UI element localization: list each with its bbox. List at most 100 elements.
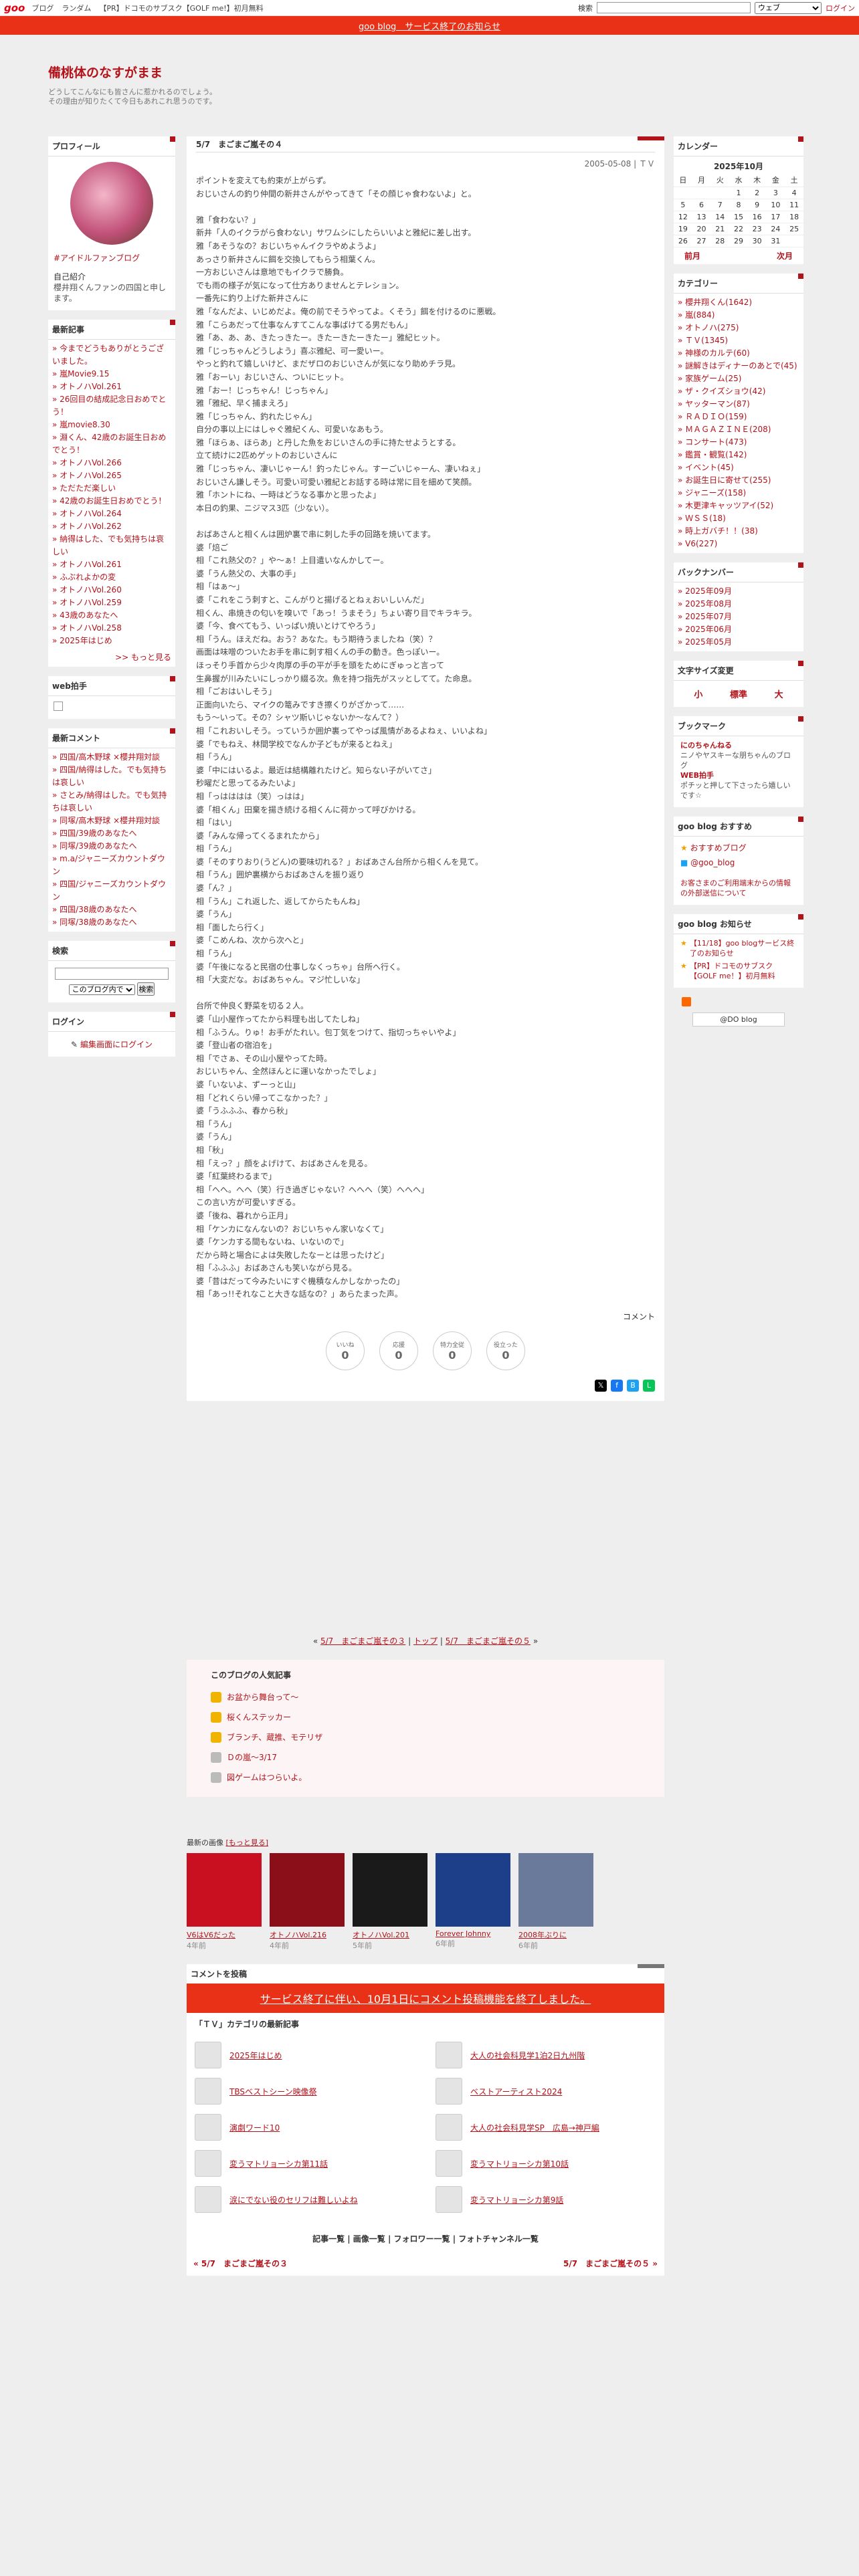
fontsize-normal[interactable]: 標準 <box>730 687 747 700</box>
category-link[interactable]: 櫻井翔くん(1642) <box>685 298 752 307</box>
thumbnail-image[interactable] <box>353 1853 427 1927</box>
recent-post-link[interactable]: オトノハVol.259 <box>60 598 122 607</box>
thumb-title[interactable]: Forever Johnny <box>436 1929 490 1938</box>
blog-search-button[interactable]: 検索 <box>137 982 155 996</box>
recommend-blog-link[interactable]: おすすめブログ <box>690 843 747 853</box>
recent-post-link[interactable]: オトノハVol.261 <box>60 382 122 391</box>
recent-comment-link[interactable]: 四国/38歳のあなたへ <box>60 905 136 914</box>
thumb-title[interactable]: V6はV6だった <box>187 1931 235 1939</box>
category-latest-link[interactable]: 大人の社会科見学1泊2日九州階 <box>470 2050 585 2061</box>
recent-comment-link[interactable]: m.a/ジャニーズカウントダウン <box>52 854 165 876</box>
category-link[interactable]: コンサート(473) <box>685 437 747 447</box>
hatena-share-icon[interactable]: B <box>627 1380 639 1392</box>
category-link[interactable]: お誕生日に寄せて(255) <box>685 475 771 485</box>
topbar-link-pr[interactable]: 【PR】ドコモのサブスク【GOLF me!】初月無料 <box>99 3 263 13</box>
category-link[interactable]: イベント(45) <box>685 463 734 472</box>
recent-more-link[interactable]: >> もっと見る <box>115 653 171 662</box>
thumbnail-image[interactable] <box>518 1853 593 1927</box>
category-link[interactable]: ＷＳＳ(18) <box>685 514 726 523</box>
bookmark-1-link[interactable]: にのちゃんねる <box>680 741 732 750</box>
popular-link[interactable]: 図ゲームはつらいよ。 <box>227 1767 306 1788</box>
external-info-link[interactable]: お客さまのご利用端末からの情報の外部送信について <box>680 879 791 897</box>
category-latest-link[interactable]: ベストアーティスト2024 <box>470 2086 562 2097</box>
recent-post-link[interactable]: 今までどうもありがとうございました。 <box>52 344 164 366</box>
calendar-next[interactable]: 次月 <box>777 250 793 261</box>
line-share-icon[interactable]: L <box>643 1380 655 1392</box>
recent-post-link[interactable]: 43歳のあなたへ <box>60 611 118 620</box>
recent-post-link[interactable]: 淵くん、42歳のお誕生日おめでとう！ <box>52 433 166 455</box>
goo-blog-badge[interactable]: @DO blog <box>692 1012 785 1027</box>
recent-post-link[interactable]: ふぶれよかの変 <box>60 572 116 582</box>
category-link[interactable]: ヤッターマン(87) <box>685 399 750 409</box>
fontsize-large[interactable]: 大 <box>775 687 783 700</box>
category-link[interactable]: V6(227) <box>685 539 717 548</box>
recent-comment-link[interactable]: 四国/納得はした。でも気持ちは哀しい <box>52 765 167 787</box>
category-link[interactable]: ジャニーズ(158) <box>685 488 746 498</box>
popular-link[interactable]: お盆から舞台って～ <box>227 1687 298 1707</box>
category-link[interactable]: ＴＶ(1345) <box>685 336 728 345</box>
category-link[interactable]: 時上ガバチ！！(38) <box>685 526 758 536</box>
goo-twitter-link[interactable]: @goo_blog <box>690 858 735 867</box>
recent-post-link[interactable]: 2025年はじめ <box>60 636 112 645</box>
pager-next[interactable]: 5/7 まごまご嵐その５ <box>446 1636 531 1646</box>
thumbnail-image[interactable] <box>436 1853 510 1927</box>
pager-top[interactable]: トップ <box>413 1636 438 1646</box>
recent-comment-link[interactable]: 同塚/39歳のあなたへ <box>60 841 136 851</box>
recent-post-link[interactable]: 42歳のお誕生日おめでとう！ <box>60 496 166 506</box>
recent-post-link[interactable]: ただただ楽しい <box>60 484 116 493</box>
image-thumb[interactable]: Forever Johnny 6年前 <box>436 1853 510 1951</box>
recent-post-link[interactable]: オトノハVol.265 <box>60 471 122 480</box>
category-latest-link[interactable]: 変うマトリョーシカ第10話 <box>470 2158 569 2169</box>
notice-link-1[interactable]: 【11/18】goo blogサービス終了のお知らせ <box>690 938 797 958</box>
category-latest-link[interactable]: 2025年はじめ <box>229 2050 282 2061</box>
recent-comment-link[interactable]: 同塚/38歳のあなたへ <box>60 918 136 927</box>
image-thumb[interactable]: 2008年ぶりに 6年前 <box>518 1853 593 1951</box>
image-thumb[interactable]: オトノハVol.201 5年前 <box>353 1853 427 1951</box>
bookmark-2-link[interactable]: WEB拍手 <box>680 771 714 780</box>
recent-post-link[interactable]: オトノハVol.261 <box>60 560 122 569</box>
blog-title[interactable]: 備桃体のなすがまま <box>48 63 811 81</box>
recent-post-link[interactable]: オトノハVol.262 <box>60 522 122 531</box>
image-thumb[interactable]: V6はV6だった 4年前 <box>187 1853 262 1951</box>
category-latest-link[interactable]: 涙にでない役のセリフは難しいよね <box>229 2194 358 2206</box>
category-latest-link[interactable]: 変うマトリョーシカ第9話 <box>470 2194 563 2206</box>
backnumber-link[interactable]: 2025年09月 <box>685 586 732 596</box>
backnumber-link[interactable]: 2025年08月 <box>685 599 732 609</box>
category-latest-link[interactable]: TBSベストシーン映像祭 <box>229 2086 317 2097</box>
backnumber-link[interactable]: 2025年06月 <box>685 625 732 634</box>
blog-search-scope[interactable]: このブログ内で <box>68 984 135 995</box>
topbar-link-blog[interactable]: ブログ <box>31 3 54 13</box>
recent-comment-link[interactable]: 同塚/高木野球 ×櫻井翔対談 <box>60 816 160 825</box>
recent-post-link[interactable]: 嵐Movie9.15 <box>60 369 109 379</box>
comment-link[interactable]: コメント <box>623 1312 655 1321</box>
reaction-button[interactable]: 特力全従 0 <box>433 1331 472 1371</box>
backnumber-link[interactable]: 2025年05月 <box>685 637 732 647</box>
topbar-link-random[interactable]: ランダム <box>62 3 91 13</box>
thumbnail-image[interactable] <box>270 1853 345 1927</box>
recent-comment-link[interactable]: さとみ/納得はした。でも気持ちは哀しい <box>52 790 167 813</box>
backnumber-link[interactable]: 2025年07月 <box>685 612 732 621</box>
popular-link[interactable]: 桜くんステッカー <box>227 1707 291 1727</box>
category-link[interactable]: 謎解きはディナーのあとで(45) <box>685 361 797 370</box>
comment-closed-banner[interactable]: サービス終了に伴い、10月1日にコメント投稿機能を終了しました。 <box>187 1983 664 2014</box>
category-link[interactable]: ＭＡＧＡＺＩＮＥ(208) <box>685 425 771 434</box>
recent-post-link[interactable]: オトノハVol.266 <box>60 458 122 467</box>
recent-post-link[interactable]: 納得はした、でも気持ちは哀しい <box>52 534 164 556</box>
rss-icon[interactable] <box>682 997 691 1006</box>
goo-logo[interactable]: goo <box>4 2 25 14</box>
search-scope-select[interactable]: ウェブ <box>755 1 822 14</box>
recent-post-link[interactable]: オトノハVol.264 <box>60 509 122 518</box>
pager-prev[interactable]: 5/7 まごまご嵐その３ <box>320 1636 405 1646</box>
category-link[interactable]: ＲＡＤＩＯ(159) <box>685 412 747 421</box>
category-link[interactable]: ザ・クイズショウ(42) <box>685 387 765 396</box>
category-link[interactable]: 木更津キャッツアイ(52) <box>685 501 773 510</box>
login-link[interactable]: ログイン <box>826 3 855 13</box>
category-link[interactable]: 家族ゲーム(25) <box>685 374 741 383</box>
thumb-title[interactable]: オトノハVol.201 <box>353 1931 409 1939</box>
recent-comment-link[interactable]: 四国/39歳のあなたへ <box>60 829 136 838</box>
thumb-title[interactable]: オトノハVol.216 <box>270 1931 326 1939</box>
recent-post-link[interactable]: オトノハVol.258 <box>60 623 122 633</box>
thumb-title[interactable]: 2008年ぶりに <box>518 1931 567 1939</box>
facebook-share-icon[interactable]: f <box>611 1380 623 1392</box>
notice-link[interactable]: goo blog サービス終了のお知らせ <box>359 19 500 32</box>
